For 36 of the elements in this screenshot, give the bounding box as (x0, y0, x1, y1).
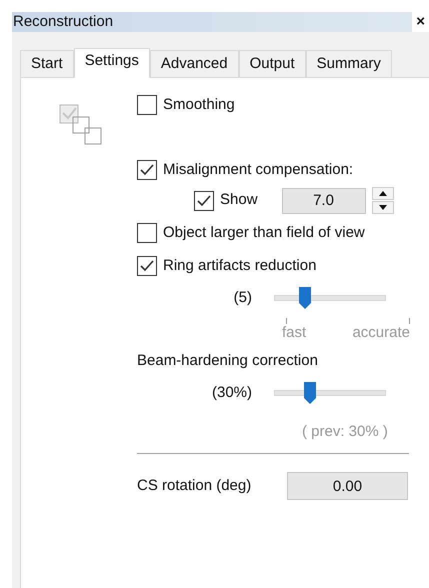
checkbox-label: Ring artifacts reduction (163, 256, 316, 276)
slider-value: (30%) (210, 383, 253, 403)
checkbox[interactable] (137, 256, 157, 276)
checkbox[interactable] (137, 223, 157, 244)
number-field[interactable]: 0.00 (287, 472, 408, 500)
slider-thumb[interactable] (298, 287, 311, 310)
tab[interactable]: Summary (306, 50, 392, 77)
slider-min-label: fast (282, 324, 306, 342)
checkbox-label: Smoothing (163, 95, 235, 115)
tick-mark-icon (409, 318, 410, 324)
up-arrow-icon (378, 191, 387, 196)
checkbox[interactable] (137, 95, 157, 116)
checkbox-label: Object larger than field of view (163, 223, 365, 243)
checkmark-icon (197, 194, 211, 206)
slider-value: (5) (232, 288, 253, 308)
close-button[interactable]: × (412, 12, 429, 32)
slider-thumb[interactable] (304, 382, 316, 404)
spinner[interactable] (372, 187, 394, 214)
checkbox[interactable] (194, 190, 214, 210)
previous-value: ( prev: 30% ) (302, 422, 389, 442)
tick-mark-icon (286, 318, 287, 324)
checkbox-label: Show (220, 190, 258, 210)
down-arrow-icon (378, 205, 387, 210)
checkmark-icon (140, 164, 154, 176)
slider-max-label: accurate (352, 324, 410, 342)
tab[interactable]: Advanced (150, 50, 239, 77)
tab[interactable]: Output (238, 50, 306, 77)
number-field[interactable]: 7.0 (282, 188, 366, 214)
field-label: CS rotation (deg) (137, 476, 252, 496)
tab[interactable]: Settings (74, 48, 150, 78)
checkmark-icon (140, 260, 154, 272)
section-label: Beam-hardening correction (137, 350, 319, 370)
tab[interactable]: Start (20, 50, 74, 77)
window-title: Reconstruction (13, 12, 114, 32)
checkbox[interactable] (137, 160, 157, 180)
checkbox-label: Misalignment compensation: (163, 160, 354, 180)
